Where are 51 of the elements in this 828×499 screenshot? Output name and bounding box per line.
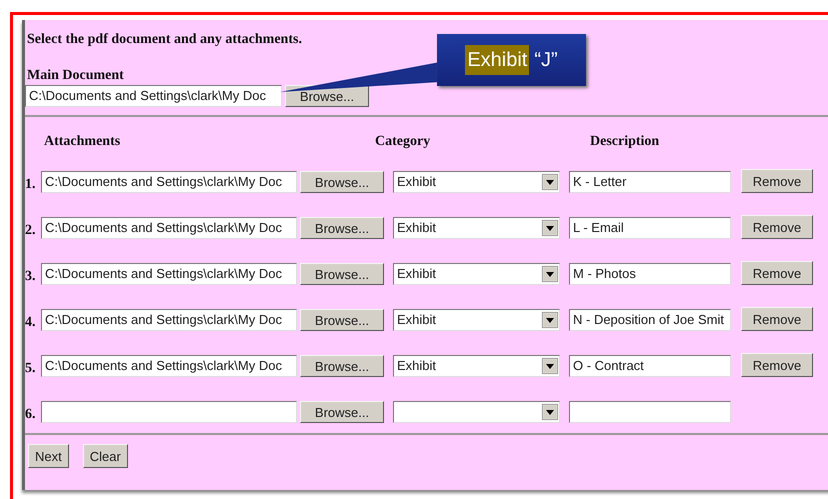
main-document-field[interactable]: C:\Documents and Settings\clark\My Doc [25, 85, 282, 107]
description-field[interactable]: L - Email [569, 217, 731, 239]
category-select[interactable]: Exhibit [393, 217, 560, 239]
row-number: 1. [25, 176, 36, 194]
row-number: 4. [25, 314, 36, 332]
remove-button[interactable]: Remove [741, 261, 813, 285]
browse-button[interactable]: Browse... [300, 401, 384, 423]
remove-button[interactable]: Remove [741, 215, 813, 239]
next-button[interactable]: Next [28, 444, 69, 468]
category-select[interactable]: Exhibit [393, 171, 560, 193]
instruction-text: Select the pdf document and any attachments. [27, 31, 303, 49]
browse-button[interactable]: Browse... [300, 263, 384, 285]
category-select[interactable]: Exhibit [393, 355, 560, 377]
description-field[interactable] [569, 401, 731, 423]
file-field[interactable]: C:\Documents and Settings\clark\My Doc [41, 171, 297, 193]
clear-button[interactable]: Clear [82, 444, 128, 468]
browse-button[interactable]: Browse... [300, 171, 384, 193]
file-field[interactable]: C:\Documents and Settings\clark\My Doc [41, 355, 297, 377]
row-number: 6. [25, 406, 36, 424]
description-field[interactable]: N - Deposition of Joe Smit [569, 309, 731, 331]
description-field[interactable]: O - Contract [569, 355, 731, 377]
row-number: 2. [25, 222, 36, 240]
column-header: Category [375, 133, 432, 149]
dropdown-arrow-icon [542, 312, 558, 328]
browse-button[interactable]: Browse... [300, 309, 384, 331]
callout-text: “J” [534, 48, 558, 73]
column-header: Description [590, 133, 660, 149]
main-document-label: Main Document [27, 68, 125, 84]
file-field[interactable]: C:\Documents and Settings\clark\My Doc [41, 263, 297, 285]
row-number: 3. [25, 268, 36, 286]
file-field[interactable] [41, 401, 297, 423]
description-field[interactable]: M - Photos [569, 263, 731, 285]
file-field[interactable]: C:\Documents and Settings\clark\My Doc [41, 309, 297, 331]
category-select[interactable]: Exhibit [393, 263, 560, 285]
category-select[interactable]: Exhibit [393, 309, 560, 331]
description-field[interactable]: K - Letter [569, 171, 731, 193]
category-select[interactable] [393, 401, 560, 423]
dropdown-arrow-icon [542, 404, 558, 420]
browse-button[interactable]: Browse... [300, 217, 384, 239]
column-header: Attachments [44, 133, 122, 149]
dropdown-arrow-icon [542, 358, 558, 374]
callout-highlight: Exhibit [465, 45, 530, 75]
row-number: 5. [25, 360, 36, 378]
dropdown-arrow-icon [542, 174, 558, 190]
remove-button[interactable]: Remove [741, 307, 813, 331]
dropdown-arrow-icon [542, 220, 558, 236]
file-field[interactable]: C:\Documents and Settings\clark\My Doc [41, 217, 297, 239]
dropdown-arrow-icon [542, 266, 558, 282]
remove-button[interactable]: Remove [741, 353, 813, 377]
remove-button[interactable]: Remove [741, 169, 813, 193]
browse-button[interactable]: Browse... [300, 355, 384, 377]
